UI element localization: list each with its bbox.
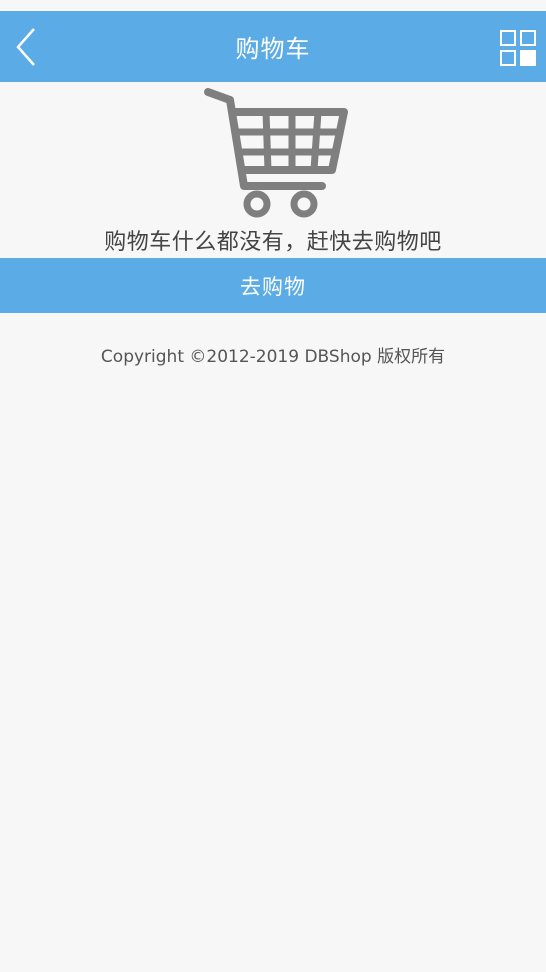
empty-cart-area: 购物车什么都没有，赶快去购物吧 — [0, 82, 546, 258]
copyright-footer: Copyright ©2012-2019 DBShop 版权所有 — [100, 347, 446, 367]
chevron-left-icon — [16, 28, 35, 66]
back-button[interactable] — [8, 25, 44, 69]
grid-menu-icon — [500, 30, 536, 66]
empty-cart-message: 购物车什么都没有，赶快去购物吧 — [104, 230, 442, 255]
menu-button[interactable] — [498, 28, 538, 68]
top-header: 购物车 — [0, 11, 546, 82]
page-title: 购物车 — [235, 35, 311, 63]
status-bar-gap — [0, 0, 546, 11]
shopping-cart-icon — [204, 88, 348, 218]
go-shopping-button[interactable]: 去购物 — [0, 258, 546, 313]
